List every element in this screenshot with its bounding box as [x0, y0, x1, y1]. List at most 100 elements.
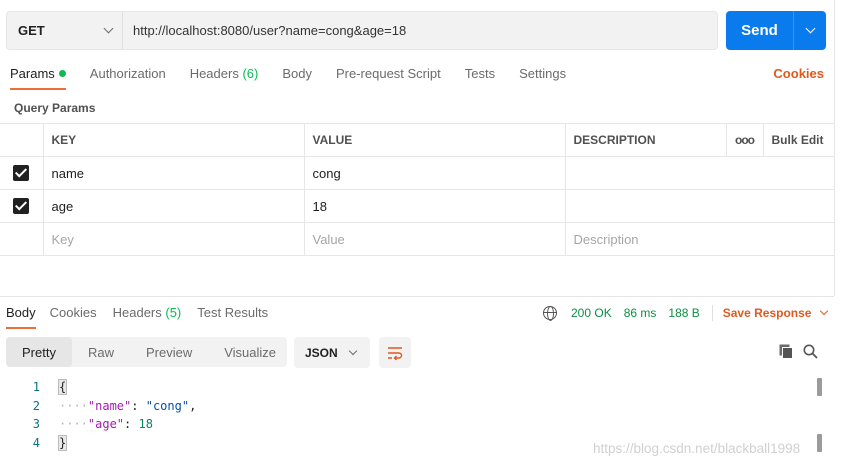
tab-label: Body: [6, 305, 36, 320]
response-time[interactable]: 86 ms: [624, 306, 657, 320]
tab-label: Headers: [112, 305, 162, 320]
tab-params[interactable]: Params: [10, 66, 66, 90]
header-description: DESCRIPTION: [565, 123, 727, 157]
chevron-down-icon: [348, 346, 358, 355]
method-select[interactable]: GET: [7, 12, 123, 49]
chevron-down-icon: [820, 306, 829, 316]
tab-body[interactable]: Body: [282, 66, 312, 90]
pane-divider[interactable]: [0, 296, 834, 297]
code-text: }: [57, 434, 68, 451]
header-value: VALUE: [304, 123, 566, 157]
method-label: GET: [18, 23, 45, 38]
param-key[interactable]: name: [43, 156, 305, 190]
tab-label: Headers: [189, 66, 239, 81]
tab-settings[interactable]: Settings: [519, 66, 566, 90]
status-code[interactable]: 200 OK: [571, 306, 612, 320]
param-description[interactable]: [565, 189, 834, 223]
new-key-input[interactable]: Key: [43, 222, 305, 256]
divider: [711, 305, 713, 321]
scrollbar-thumb[interactable]: [817, 434, 822, 452]
query-params-title: Query Params: [14, 101, 96, 115]
line-number: 4: [32, 435, 40, 450]
active-dot-icon: [58, 70, 66, 77]
tab-label: Params: [10, 66, 55, 81]
view-mode-switcher: Pretty Raw Preview Visualize: [6, 337, 287, 367]
code-line: 1 {: [0, 378, 810, 397]
mode-pretty[interactable]: Pretty: [6, 337, 72, 367]
table-row: name cong: [0, 156, 834, 190]
table-row: age 18: [0, 189, 834, 223]
json-value: 18: [138, 417, 153, 432]
line-number: 3: [32, 417, 40, 432]
param-value[interactable]: 18: [304, 189, 566, 223]
request-tabs: Params Authorization Headers (6) Body Pr…: [10, 66, 824, 92]
tab-response-body[interactable]: Body: [6, 305, 36, 329]
mode-raw[interactable]: Raw: [72, 337, 130, 367]
new-value-input[interactable]: Value: [304, 222, 566, 256]
copy-icon[interactable]: [779, 344, 793, 359]
scrollbar-thumb[interactable]: [817, 378, 822, 396]
mode-visualize[interactable]: Visualize: [208, 337, 292, 367]
response-size[interactable]: 188 B: [668, 306, 699, 320]
tab-test-results[interactable]: Test Results: [197, 305, 268, 329]
cookies-link[interactable]: Cookies: [773, 66, 824, 81]
more-options-icon[interactable]: ooo: [726, 123, 764, 157]
tab-response-cookies[interactable]: Cookies: [50, 305, 97, 329]
globe-icon[interactable]: [543, 306, 557, 321]
param-checkbox[interactable]: [13, 165, 30, 182]
code-text: ····"name": "cong",: [59, 398, 197, 413]
tab-label: Test Results: [197, 305, 269, 320]
response-meta: 200 OK 86 ms 188 B Save Response: [543, 305, 829, 321]
tab-pre-request-script[interactable]: Pre-request Script: [336, 66, 441, 90]
panel-edge: [834, 0, 835, 296]
watermark: https://blog.csdn.net/blackball1998: [593, 441, 801, 456]
header-key: KEY: [43, 123, 305, 157]
param-key[interactable]: age: [43, 189, 305, 223]
search-icon[interactable]: [803, 344, 818, 359]
new-description-input[interactable]: Description: [565, 222, 834, 256]
param-description[interactable]: [565, 156, 834, 190]
json-comma: ,: [189, 398, 197, 413]
code-text: ····"age": 18: [59, 417, 153, 432]
wrap-lines-icon: [388, 346, 403, 360]
url-input[interactable]: http://localhost:8080/user?name=cong&age…: [123, 12, 717, 49]
json-key: "age": [87, 417, 125, 432]
tab-label: Cookies: [49, 305, 97, 320]
checkbox-cell: [0, 156, 44, 190]
query-params-table: KEY VALUE DESCRIPTION ooo Bulk Edit name…: [0, 123, 834, 256]
param-value[interactable]: cong: [304, 156, 566, 190]
code-text: {: [57, 379, 68, 396]
checkbox-cell: [0, 222, 44, 256]
chevron-down-icon: [805, 23, 815, 34]
tab-headers[interactable]: Headers (6): [190, 66, 259, 90]
send-options-button[interactable]: [794, 11, 826, 50]
tab-response-headers[interactable]: Headers (5): [113, 305, 182, 329]
tab-label: Settings: [519, 66, 567, 81]
tab-count: (5): [165, 305, 182, 320]
code-line: 3 ····"age": 18: [0, 415, 810, 434]
format-select[interactable]: JSON: [294, 337, 370, 368]
param-checkbox[interactable]: [13, 198, 30, 215]
send-button[interactable]: Send: [726, 11, 794, 50]
bulk-edit-button[interactable]: Bulk Edit: [763, 123, 834, 157]
line-number: 1: [32, 380, 40, 395]
tab-tests[interactable]: Tests: [465, 66, 495, 90]
tab-authorization[interactable]: Authorization: [90, 66, 166, 90]
header-checkbox-cell: [0, 123, 44, 157]
tab-label: Body: [282, 66, 312, 81]
save-response-label: Save Response: [722, 306, 812, 320]
table-row-new: Key Value Description: [0, 222, 834, 256]
tab-count: (6): [242, 66, 259, 81]
wrap-lines-button[interactable]: [379, 337, 411, 368]
json-value: "cong": [145, 398, 190, 413]
save-response-button[interactable]: Save Response: [722, 306, 829, 320]
checkbox-cell: [0, 189, 44, 223]
tab-label: Pre-request Script: [335, 66, 441, 81]
mode-preview[interactable]: Preview: [130, 337, 208, 367]
response-tabs: Body Cookies Headers (5) Test Results: [6, 305, 292, 331]
code-line: 2 ····"name": "cong",: [0, 397, 810, 416]
tab-label: Authorization: [89, 66, 166, 81]
chevron-down-icon: [103, 23, 114, 34]
table-header-row: KEY VALUE DESCRIPTION ooo Bulk Edit: [0, 123, 834, 157]
tab-label: Tests: [464, 66, 496, 81]
